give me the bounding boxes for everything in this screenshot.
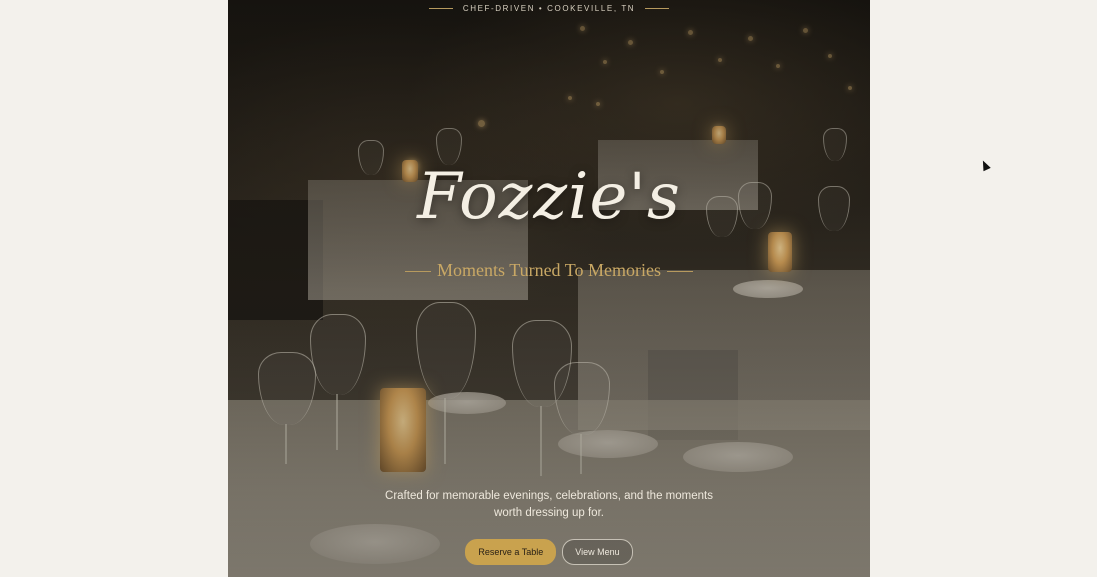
tagline-divider-right: [666, 271, 693, 273]
tagline-divider-left: [405, 271, 432, 273]
hero-cta-row: Reserve a Table View Menu: [228, 539, 870, 565]
hero-description-line-2: worth dressing up for.: [494, 507, 604, 519]
hero-section: CHEF-DRIVEN • COOKEVILLE, TN Fozzie's Mo…: [228, 0, 870, 577]
eyebrow-text: CHEF-DRIVEN • COOKEVILLE, TN: [462, 4, 636, 13]
reserve-table-button[interactable]: Reserve a Table: [465, 539, 557, 565]
view-menu-button[interactable]: View Menu: [562, 539, 633, 565]
eyebrow-divider-right: [645, 8, 670, 10]
hero-eyebrow: CHEF-DRIVEN • COOKEVILLE, TN: [228, 4, 870, 13]
hero-tagline: Moments Turned To Memories: [228, 260, 870, 281]
hero-description: Crafted for memorable evenings, celebrat…: [349, 488, 749, 522]
mouse-cursor-icon: [979, 158, 991, 172]
page: CHEF-DRIVEN • COOKEVILLE, TN Fozzie's Mo…: [0, 0, 1097, 577]
brand-logo-text: Fozzie's: [417, 160, 681, 234]
tagline-text: Moments Turned To Memories: [437, 260, 661, 280]
hero-description-line-1: Crafted for memorable evenings, celebrat…: [385, 490, 713, 502]
eyebrow-divider-left: [428, 8, 453, 10]
